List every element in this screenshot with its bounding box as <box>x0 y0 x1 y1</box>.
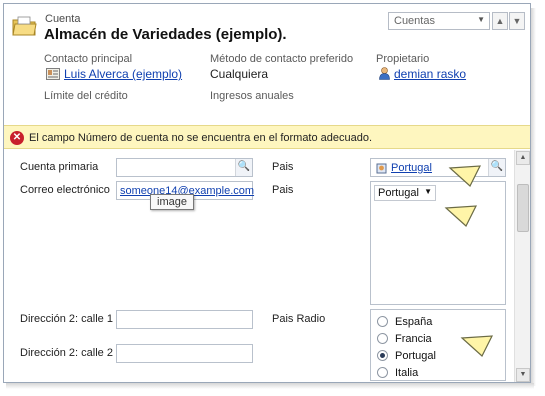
contact-method-value: Cualquiera <box>210 67 269 81</box>
radio-button[interactable] <box>377 367 388 378</box>
radio-label: Portugal <box>395 350 436 362</box>
entity-type-label: Cuenta <box>45 13 81 25</box>
radio-label: Italia <box>395 367 419 379</box>
radio-button[interactable] <box>377 316 388 327</box>
form-scrollbar[interactable]: ▲ ▼ <box>514 150 530 382</box>
primary-contact-link[interactable]: Luis Alverca (ejemplo) <box>46 67 182 81</box>
address2-line1-input[interactable] <box>116 310 253 329</box>
error-notification-bar: ✕ El campo Número de cuenta no se encuen… <box>4 125 530 149</box>
radio-option-portugal[interactable]: Portugal <box>377 350 436 362</box>
radio-option-espana[interactable]: España <box>377 316 432 328</box>
credit-limit-label: Límite del crédito <box>44 90 128 102</box>
address2-line2-input[interactable] <box>116 344 253 363</box>
account-form-window: Cuenta Almacén de Variedades (ejemplo). … <box>3 3 531 383</box>
primary-account-label: Cuenta primaria <box>20 161 99 173</box>
address2-line2-label: Dirección 2: calle 2 <box>20 347 113 359</box>
next-record-button[interactable]: ▼ <box>509 12 525 30</box>
radio-option-francia[interactable]: Francia <box>377 333 432 345</box>
scroll-down-arrow-icon[interactable]: ▼ <box>516 368 530 382</box>
radio-button-selected[interactable] <box>377 350 388 361</box>
contact-card-icon <box>46 68 60 80</box>
annual-revenue-label: Ingresos anuales <box>210 90 294 102</box>
chevron-down-icon: ▼ <box>424 187 432 196</box>
radio-option-italia[interactable]: Italia <box>377 367 418 379</box>
primary-account-lookup[interactable]: 🔍 <box>116 158 253 177</box>
pais-select[interactable]: Portugal ▼ <box>374 185 436 201</box>
error-message: El campo Número de cuenta no se encuentr… <box>29 132 373 144</box>
pais-radio-label: Pais Radio <box>272 313 326 325</box>
primary-contact-label: Contacto principal <box>44 53 133 65</box>
callout-pointer-icon <box>444 205 478 227</box>
primary-contact-value: Luis Alverca (ejemplo) <box>64 67 183 81</box>
lookup-search-icon[interactable]: 🔍 <box>235 159 252 176</box>
record-icon <box>376 163 387 174</box>
radio-button[interactable] <box>377 333 388 344</box>
callout-pointer-icon <box>448 165 482 187</box>
chevron-down-icon: ▼ <box>477 15 485 24</box>
record-title: Almacén de Variedades (ejemplo). <box>44 26 287 43</box>
radio-label: Francia <box>395 333 432 345</box>
window-shadow-right <box>531 8 536 386</box>
account-folder-icon <box>12 16 37 36</box>
view-select-value: Cuentas <box>394 15 435 27</box>
pais-lookup[interactable]: Portugal 🔍 <box>370 158 506 177</box>
callout-pointer-icon <box>460 335 494 357</box>
window-shadow-bottom <box>6 383 534 389</box>
radio-label: España <box>395 316 433 328</box>
scroll-thumb[interactable] <box>517 184 529 232</box>
owner-value: demian rasko <box>394 67 467 81</box>
scroll-up-arrow-icon[interactable]: ▲ <box>516 151 530 165</box>
previous-record-button[interactable]: ▲ <box>492 12 508 30</box>
record-header: Cuenta Almacén de Variedades (ejemplo). … <box>4 4 530 124</box>
address2-line1-label: Dirección 2: calle 1 <box>20 313 113 325</box>
view-select[interactable]: Cuentas ▼ <box>388 12 490 30</box>
pais-lookup-value[interactable]: Portugal <box>391 162 432 174</box>
error-x-icon: ✕ <box>10 131 24 145</box>
user-icon <box>379 67 390 80</box>
pais-dropdown-label: Pais <box>272 184 294 196</box>
owner-link[interactable]: demian rasko <box>379 67 466 81</box>
pais-label: Pais <box>272 161 294 173</box>
contact-method-label: Método de contacto preferido <box>210 53 354 65</box>
lookup-search-icon[interactable]: 🔍 <box>488 159 505 176</box>
owner-label: Propietario <box>376 53 430 65</box>
pais-dropdown-container: Portugal ▼ <box>370 181 506 305</box>
email-label: Correo electrónico <box>20 184 110 196</box>
tooltip: image <box>150 194 194 210</box>
pais-select-value: Portugal <box>378 187 419 199</box>
